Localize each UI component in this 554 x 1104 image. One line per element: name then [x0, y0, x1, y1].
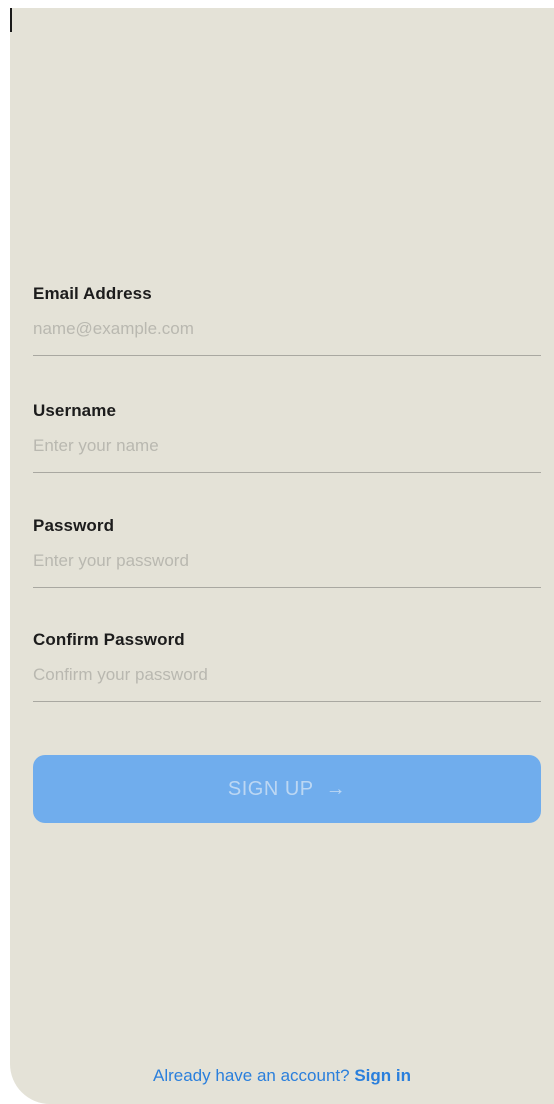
- sign-up-button[interactable]: SIGN UP →: [33, 755, 541, 823]
- confirm-password-label: Confirm Password: [33, 630, 185, 649]
- email-label: Email Address: [33, 284, 152, 303]
- password-label: Password: [33, 516, 115, 535]
- email-underline: [33, 355, 541, 356]
- confirm-password-field[interactable]: [33, 662, 541, 688]
- sign-in-prompt: Already have an account? Sign in: [10, 1066, 554, 1086]
- confirm-password-underline: [33, 701, 541, 702]
- username-label: Username: [33, 401, 117, 420]
- password-underline: [33, 587, 541, 588]
- sign-up-button-label: SIGN UP: [227, 777, 314, 800]
- email-field[interactable]: [33, 316, 541, 342]
- sign-in-link[interactable]: Sign in: [354, 1066, 411, 1085]
- sign-in-prompt-text: Already have an account?: [153, 1066, 350, 1085]
- screen-edge-mark: [10, 8, 12, 32]
- arrow-right-icon: →: [325, 777, 347, 800]
- signup-screen: Email Address Username Password Confirm …: [10, 8, 554, 1104]
- username-underline: [33, 472, 541, 473]
- password-field[interactable]: [33, 548, 541, 574]
- username-field[interactable]: [33, 433, 541, 459]
